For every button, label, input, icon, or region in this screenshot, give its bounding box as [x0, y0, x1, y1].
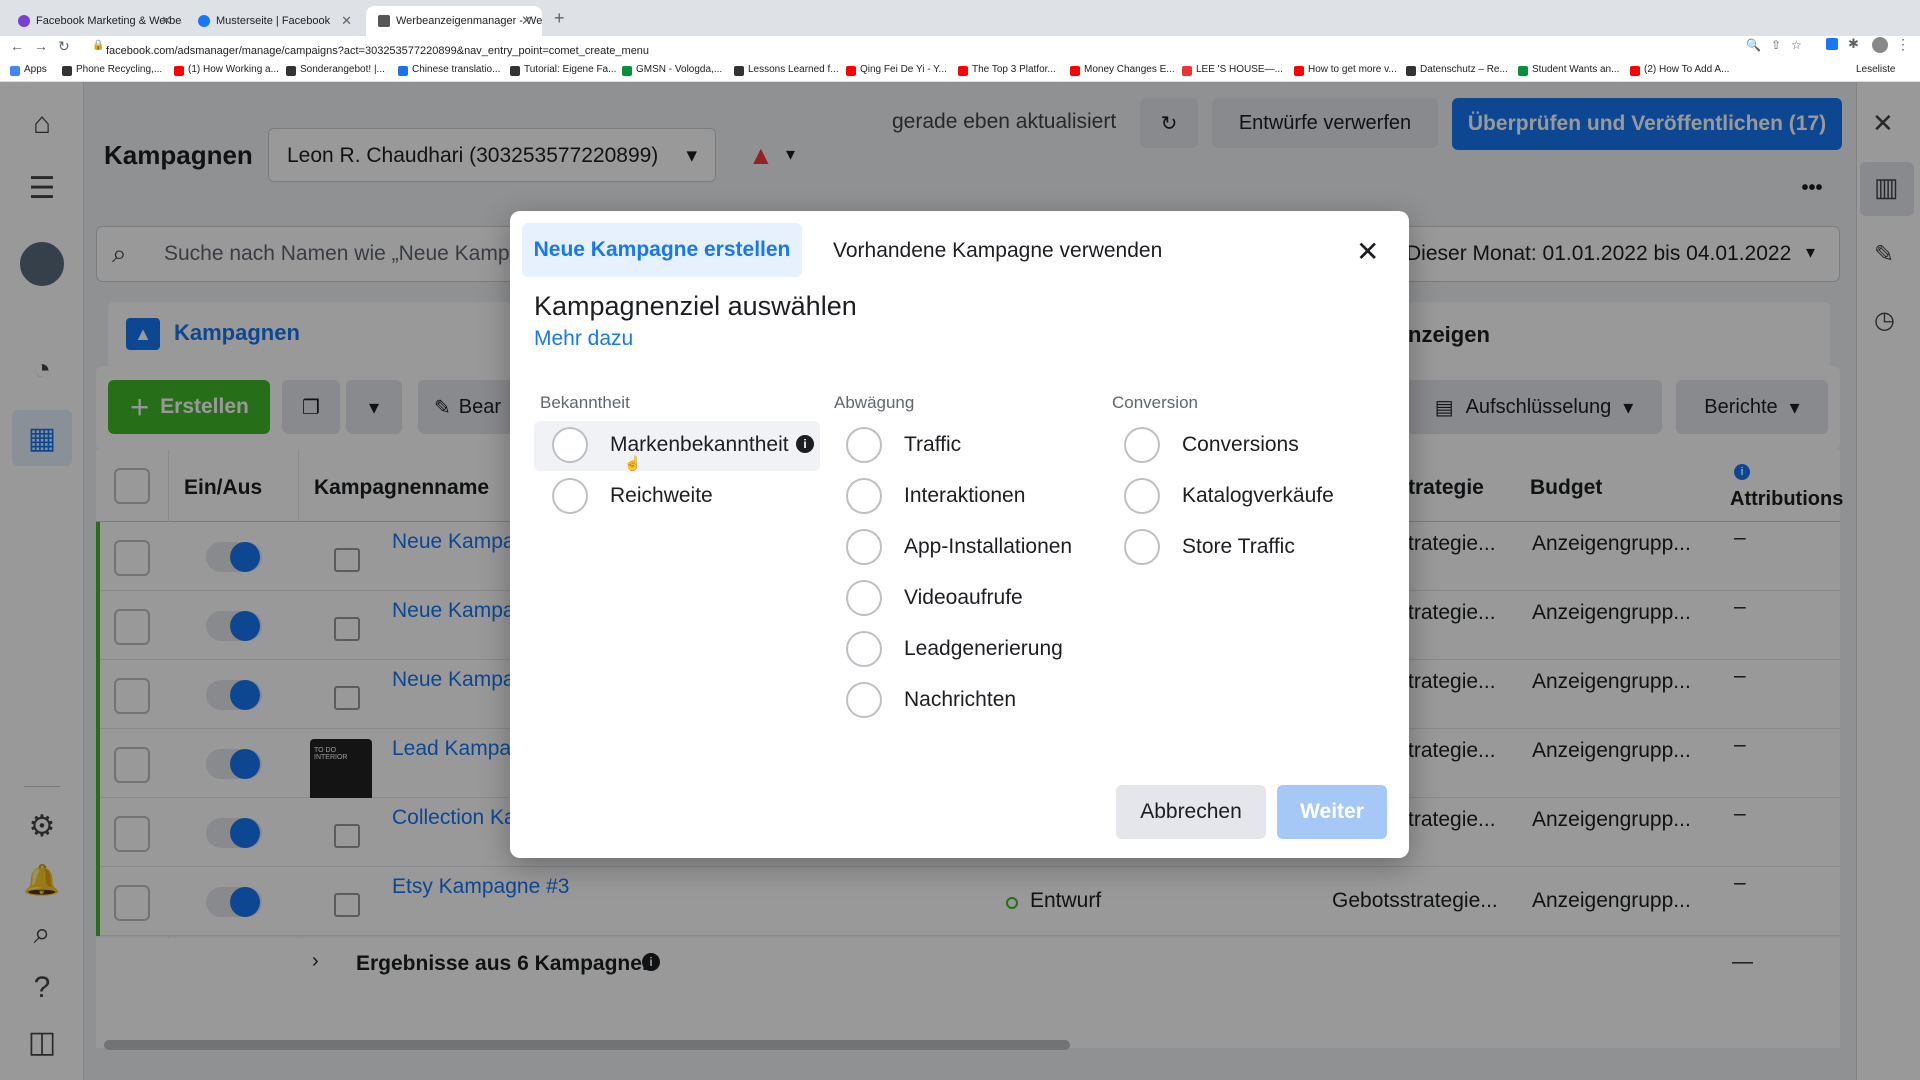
campaign-objective-dialog: Neue Kampagne erstellen Vorhandene Kampa… [510, 211, 1409, 858]
bookmark-item[interactable]: GMSN - Vologda,... [622, 64, 722, 76]
objective-radio[interactable] [846, 580, 882, 616]
bookmark-item[interactable]: The Top 3 Platfor... [958, 64, 1056, 76]
objective-radio[interactable] [1124, 478, 1160, 514]
modal-backdrop[interactable] [0, 82, 84, 1080]
adsmanager-favicon-icon [378, 15, 390, 27]
objective-radio[interactable] [552, 427, 588, 463]
browser-tab[interactable]: Facebook Marketing & Werbea ✕ [6, 6, 182, 36]
new-tab-button[interactable]: + [554, 8, 565, 29]
cursor-pointer-icon: ☝ [624, 455, 642, 471]
next-button[interactable]: Weiter [1277, 785, 1387, 839]
bookmark-item[interactable]: Datenschutz – Re... [1406, 64, 1508, 76]
reload-icon[interactable]: ↻ [58, 38, 70, 55]
facebook-extension-icon[interactable] [1826, 38, 1838, 50]
bookmark-item[interactable]: Phone Recycling,... [62, 64, 162, 76]
bookmark-item[interactable]: (1) How Working a... [174, 64, 279, 76]
url-field[interactable]: facebook.com/adsmanager/manage/campaigns… [88, 41, 1728, 63]
bookmark-item[interactable]: Student Wants an... [1518, 64, 1619, 76]
objective-radio[interactable] [846, 478, 882, 514]
browser-tab-active[interactable]: Werbeanzeigenmanager - Wer ✕ [366, 6, 542, 36]
forward-icon[interactable]: → [34, 38, 48, 54]
browser-tab[interactable]: Musterseite | Facebook ✕ [186, 6, 362, 36]
browser-menu-icon[interactable]: ⋮ [1896, 36, 1910, 53]
bookmark-item[interactable]: (2) How To Add A... [1630, 64, 1729, 76]
close-tab-icon[interactable]: ✕ [521, 13, 532, 29]
objective-radio[interactable] [552, 478, 588, 514]
modal-backdrop[interactable] [1856, 82, 1920, 1080]
objective-option-label[interactable]: Conversions [1182, 433, 1299, 457]
facebook-favicon-icon [198, 15, 210, 27]
cancel-button[interactable]: Abbrechen [1116, 785, 1266, 839]
objective-option-label[interactable]: Reichweite [610, 484, 713, 508]
objective-option-label[interactable]: Store Traffic [1182, 535, 1295, 559]
tab-new-campaign[interactable]: Neue Kampagne erstellen [522, 223, 802, 277]
objective-radio[interactable] [846, 682, 882, 718]
objective-option-label[interactable]: App-Installationen [904, 535, 1072, 559]
bookmark-item[interactable]: Qing Fei De Yi - Y... [846, 64, 947, 76]
close-icon[interactable]: ✕ [1356, 235, 1379, 268]
tab-title: Musterseite | Facebook [216, 15, 331, 27]
objective-option-label[interactable]: Markenbekanntheit [610, 433, 789, 457]
dialog-heading: Kampagnenziel auswählen [534, 291, 857, 321]
objective-option-label[interactable]: Interaktionen [904, 484, 1025, 508]
objective-option-label[interactable]: Nachrichten [904, 688, 1016, 712]
objective-radio[interactable] [1124, 427, 1160, 463]
objective-option-label[interactable]: Katalogverkäufe [1182, 484, 1334, 508]
objective-option-label[interactable]: Leadgenerierung [904, 637, 1063, 661]
objective-group-label: Conversion [1112, 393, 1198, 412]
objective-group-label: Abwägung [834, 393, 915, 412]
bookmark-item[interactable]: Sonderangebot! |... [286, 64, 385, 76]
bookmark-item[interactable]: LEE 'S HOUSE—... [1182, 64, 1283, 76]
learn-more-link[interactable]: Mehr dazu [534, 327, 633, 351]
tab-favicon-icon [18, 15, 30, 27]
objective-option-label[interactable]: Traffic [904, 433, 961, 457]
extensions-icon[interactable]: ✱ [1848, 36, 1859, 52]
bookmark-item[interactable]: Apps [10, 64, 47, 76]
tab-existing-campaign[interactable]: Vorhandene Kampagne verwenden [833, 239, 1162, 263]
objective-radio[interactable] [1124, 529, 1160, 565]
tab-title: Facebook Marketing & Werbea [36, 15, 182, 27]
bookmark-item[interactable]: Lessons Learned f... [734, 64, 839, 76]
reading-list[interactable]: Leseliste [1856, 64, 1895, 75]
bookmark-item[interactable]: Tutorial: Eigene Fa... [510, 64, 616, 76]
bookmark-item[interactable]: How to get more v... [1294, 64, 1397, 76]
objective-group-label: Bekanntheit [540, 393, 630, 412]
info-icon[interactable]: i [796, 435, 814, 453]
back-icon[interactable]: ← [10, 38, 24, 54]
objective-option-label[interactable]: Videoaufrufe [904, 586, 1023, 610]
close-tab-icon[interactable]: ✕ [341, 13, 352, 29]
objective-radio[interactable] [846, 427, 882, 463]
browser-action-icons[interactable]: 🔍⇧☆ [1746, 38, 1812, 52]
bookmark-item[interactable]: Money Changes E... [1070, 64, 1175, 76]
profile-avatar[interactable] [1872, 37, 1888, 53]
objective-radio[interactable] [846, 529, 882, 565]
bookmark-item[interactable]: Chinese translatio... [398, 64, 500, 76]
objective-radio[interactable] [846, 631, 882, 667]
tab-title: Werbeanzeigenmanager - Wer [396, 15, 542, 27]
close-tab-icon[interactable]: ✕ [161, 13, 172, 29]
